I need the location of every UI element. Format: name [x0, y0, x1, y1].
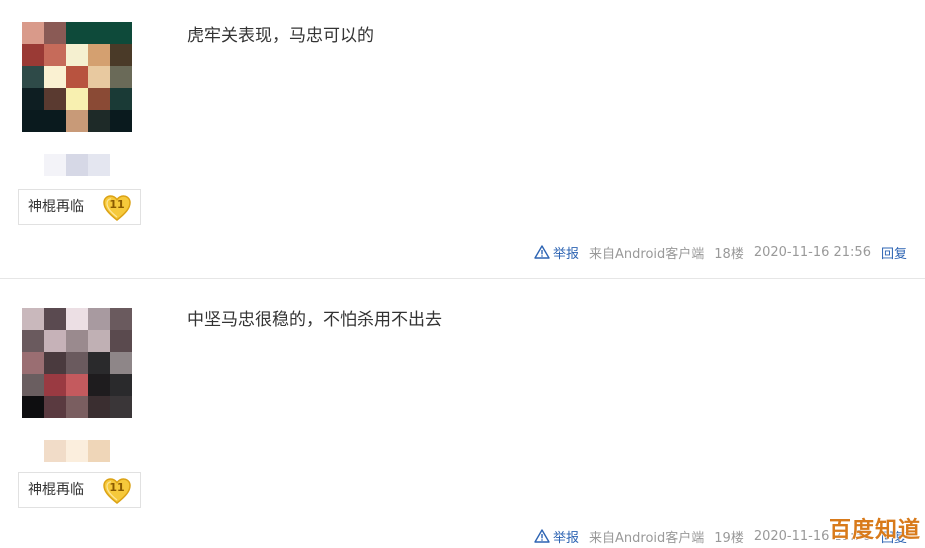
username-pixel: [88, 154, 110, 176]
post-time: 2020-11-16 21:56: [753, 244, 871, 260]
report-link[interactable]: 举报: [534, 243, 579, 262]
avatar-pixel: [88, 308, 110, 330]
avatar[interactable]: [22, 308, 132, 418]
avatar-pixel: [88, 44, 110, 66]
avatar[interactable]: [22, 22, 132, 132]
report-link[interactable]: 举报: [534, 527, 579, 546]
avatar-pixel: [66, 44, 88, 66]
avatar-pixel: [66, 110, 88, 132]
avatar-pixel: [66, 330, 88, 352]
avatar-pixel: [110, 22, 132, 44]
avatar-pixel: [110, 44, 132, 66]
avatar-pixel: [22, 308, 44, 330]
avatar-pixel: [88, 352, 110, 374]
avatar-pixel: [22, 396, 44, 418]
level-number: 11: [109, 198, 125, 211]
username-pixel: [66, 440, 88, 462]
avatar-pixel: [110, 352, 132, 374]
watermark-logo: 百度知道: [828, 518, 921, 543]
client-source: 来自Android客户端: [589, 530, 705, 546]
client-source: 来自Android客户端: [589, 246, 705, 262]
warning-icon: [534, 245, 550, 259]
username-pixel: [66, 154, 88, 176]
avatar-pixel: [44, 66, 66, 88]
username-blurred[interactable]: [44, 440, 110, 462]
reply-post: 神棍再临 11 中坚马忠很稳的，不怕杀用不出去 举报 来自Android客户端 …: [0, 284, 925, 548]
username-blurred[interactable]: [44, 154, 110, 176]
avatar-pixel: [44, 308, 66, 330]
avatar-pixel: [88, 110, 110, 132]
avatar-pixel: [44, 330, 66, 352]
avatar-pixel: [88, 22, 110, 44]
avatar-pixel: [22, 374, 44, 396]
avatar-pixel: [22, 110, 44, 132]
avatar-pixel: [110, 396, 132, 418]
avatar-pixel: [66, 308, 88, 330]
avatar-pixel: [110, 110, 132, 132]
avatar-pixel: [88, 330, 110, 352]
post-meta: 举报 来自Android客户端 18楼 2020-11-16 21:56 回复: [534, 243, 907, 262]
user-level-tag[interactable]: 神棍再临 11: [18, 472, 141, 508]
floor-number: 18楼: [714, 246, 744, 262]
user-level-tag[interactable]: 神棍再临 11: [18, 189, 141, 225]
avatar-pixel: [22, 44, 44, 66]
avatar-pixel: [88, 88, 110, 110]
username-pixel: [44, 154, 66, 176]
avatar-pixel: [66, 22, 88, 44]
report-label: 举报: [553, 530, 580, 546]
avatar-pixel: [22, 66, 44, 88]
avatar-pixel: [44, 44, 66, 66]
reply-post: 神棍再临 11 虎牢关表现，马忠可以的 举报 来自Android客户端 18楼 …: [0, 0, 925, 278]
level-title: 神棍再临: [28, 482, 84, 498]
warning-icon: [534, 529, 550, 543]
level-number: 11: [109, 481, 125, 494]
avatar-pixel: [66, 374, 88, 396]
report-label: 举报: [553, 246, 580, 262]
avatar-pixel: [110, 88, 132, 110]
avatar-pixel: [22, 352, 44, 374]
avatar-pixel: [66, 88, 88, 110]
avatar-pixel: [88, 66, 110, 88]
avatar-pixel: [44, 396, 66, 418]
avatar-pixel: [110, 308, 132, 330]
avatar-pixel: [110, 374, 132, 396]
avatar-pixel: [44, 22, 66, 44]
avatar-pixel: [22, 88, 44, 110]
avatar-pixel: [110, 330, 132, 352]
avatar-pixel: [22, 330, 44, 352]
avatar-pixel: [66, 66, 88, 88]
avatar-pixel: [110, 66, 132, 88]
level-title: 神棍再临: [28, 199, 84, 215]
avatar-pixel: [44, 352, 66, 374]
username-pixel: [88, 440, 110, 462]
post-divider: [0, 278, 925, 279]
avatar-pixel: [44, 374, 66, 396]
level-badge-icon: 11: [102, 476, 132, 506]
avatar-pixel: [88, 374, 110, 396]
floor-number: 19楼: [714, 530, 744, 546]
reply-link[interactable]: 回复: [881, 243, 907, 262]
avatar-pixel: [44, 88, 66, 110]
avatar-pixel: [22, 22, 44, 44]
avatar-pixel: [66, 396, 88, 418]
post-content: 中坚马忠很稳的，不怕杀用不出去: [187, 310, 442, 330]
avatar-pixel: [44, 110, 66, 132]
avatar-pixel: [88, 396, 110, 418]
post-content: 虎牢关表现，马忠可以的: [187, 26, 374, 46]
avatar-pixel: [66, 352, 88, 374]
username-pixel: [44, 440, 66, 462]
level-badge-icon: 11: [102, 193, 132, 223]
